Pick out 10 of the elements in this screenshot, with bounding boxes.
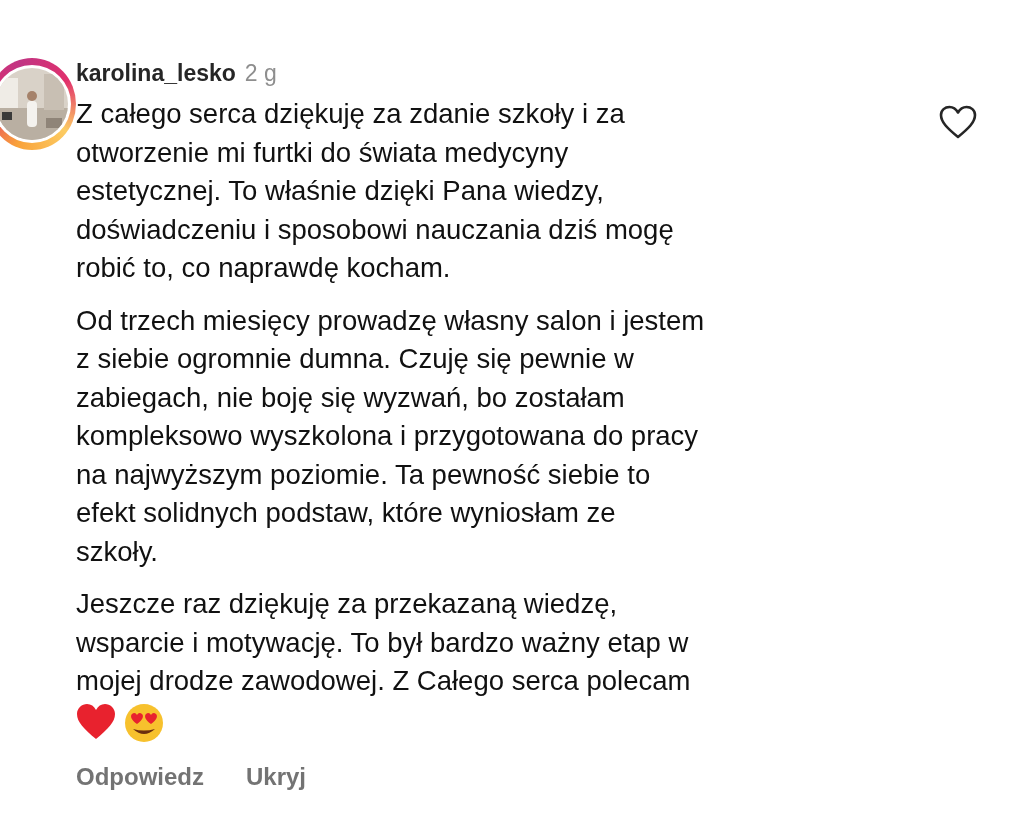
comment-paragraph: Z całego serca dziękuję za zdanie szkoły i za otworzenie mi furtki do świata medycyny estetycznej. To właśnie dzięki Pana wiedzy, doświadczeniu i sposobowi nauczania dziś mogę robić to, co naprawdę kocham. [76, 97, 675, 285]
username[interactable]: karolina_lesko [76, 60, 236, 87]
reply-button[interactable]: Odpowiedz [76, 762, 204, 791]
hide-button[interactable]: Ukryj [246, 762, 307, 791]
heart-eyes-emoji-icon [124, 702, 164, 743]
comment-paragraph: Jeszcze raz dziękuję za przekazaną wiedzę, wsparcie i motywację. To był bardzo ważny etap w mojej drodze zawodowej. Z Całego serca polecam [76, 587, 692, 698]
comment-time: 2 g [244, 60, 277, 87]
like-button[interactable] [938, 104, 978, 140]
heart-emoji-icon [76, 702, 116, 741]
comment-paragraph: Od trzech miesięcy prowadzę własny salon i jestem z siebie ogromnie dumna. Czuję się pewnie w zabiegach, nie boję się wyzwań, bo zostałam kompleksowo wyszkolona i przygotowana do pracy na najwyższym poziomie. Ta pewność siebie to efekt solidnych podstaw, które wyniosłam ze szkoły. [76, 303, 706, 569]
